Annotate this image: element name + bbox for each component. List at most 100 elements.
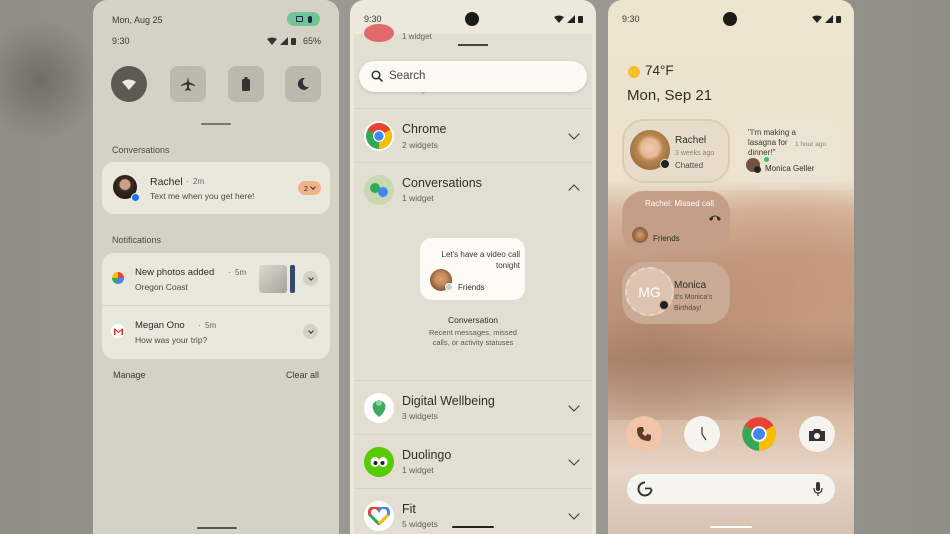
widget-search-bar[interactable]: Search [359,61,587,92]
chevron-down-icon[interactable] [568,454,580,466]
app-name-conversations: Conversations [402,176,482,190]
expand-photos-button[interactable] [303,271,318,286]
status-badge-icon [445,283,453,291]
google-fit-icon [364,501,394,531]
widget-count-fit: 5 widgets [402,519,438,529]
monica-widget-ago: 1 hour ago [795,141,827,148]
rachel-widget-status: Chatted [675,161,704,170]
preview-message: Let's have a video call tonight [441,250,520,270]
conversation-time: 2m [193,177,205,186]
google-search-bar[interactable] [627,474,835,504]
conversation-widget-preview[interactable]: Let's have a video call tonight Friends [420,238,525,300]
battery-percent: 65% [303,36,322,46]
monica-message-widget[interactable]: "I'm making a lasagna for dinner!" 1 hou… [737,119,845,183]
widget-count-conversations: 1 widget [402,193,434,203]
chevron-down-icon[interactable] [568,400,580,412]
chevron-down-icon [307,327,314,334]
phone-app[interactable] [626,416,662,452]
widget-count-digital-wellbeing: 3 widgets [402,411,438,421]
dark-theme-toggle[interactable] [285,66,321,102]
photos-notification-time-sep: · [228,268,231,277]
photos-notification[interactable]: New photos added · 5m Oregon Coast [102,253,330,305]
chevron-down-icon [307,274,314,281]
home-date[interactable]: Mon, Sep 21 [627,87,712,104]
app-name-fit: Fit [402,502,416,516]
messages-badge-icon [131,193,140,202]
rachel-conversation-widget[interactable]: Rachel 3 weeks ago Chatted [622,119,730,183]
chevron-down-icon[interactable] [568,508,580,520]
widget-app-row-conversations[interactable]: Conversations 1 widget Let's have a vide… [354,162,592,380]
weather-temperature[interactable]: 74°F [645,63,674,78]
clear-all-button[interactable]: Clear all [286,370,319,380]
monica-birthday-widget[interactable]: MG Monica It's Monica's Birthday! [622,262,730,324]
wifi-toggle[interactable] [111,66,147,102]
conversation-message: Text me when you get here! [150,191,255,201]
home-status-icons [812,15,841,23]
conversations-section-title: Conversations [112,145,170,155]
app-name-chrome: Chrome [402,122,447,136]
google-photos-icon [112,272,124,284]
gmail-notification[interactable]: Megan Ono · 5m How was your trip? [102,306,330,359]
notifications-section-title: Notifications [112,235,162,245]
search-icon [371,70,383,82]
messenger-badge-icon [660,159,670,169]
picker-time: 9:30 [364,14,382,24]
missed-call-widget[interactable]: Rachel: Missed call Friends [622,191,730,253]
wifi-icon [812,15,822,23]
wifi-icon [554,15,564,23]
battery-saver-toggle[interactable] [228,66,264,102]
privacy-indicator[interactable] [287,12,320,26]
friends-avatar [632,227,648,243]
expand-conversation-button[interactable]: 2 [298,181,321,195]
gesture-nav-bar[interactable] [197,527,237,529]
widget-app-row-duolingo[interactable]: Duolingo 1 widget [354,434,592,488]
photos-notification-time: 5m [235,268,247,277]
home-screen: 9:30 74°F Mon, Sep 21 Rachel 3 weeks ago… [608,0,854,534]
conversation-sender: Rachel [150,176,183,188]
gmail-notification-sender: Megan Ono [135,320,185,331]
gesture-nav-bar[interactable] [452,526,494,528]
battery-saver-icon [242,77,250,91]
signal-icon [280,37,288,45]
mic-icon[interactable] [813,482,823,496]
chevron-up-icon[interactable] [568,184,580,196]
shade-drag-handle[interactable] [201,123,231,125]
online-indicator [764,157,769,162]
widget-app-row-digital-wellbeing[interactable]: Digital Wellbeing 3 widgets [354,380,592,434]
chevron-down-icon[interactable] [568,128,580,140]
duolingo-icon [364,447,394,477]
camera-cutout [465,12,479,26]
battery-icon [578,16,583,23]
messenger-badge-icon [754,166,761,173]
conversation-notification[interactable]: Rachel · 2m Text me when you get here! 2 [102,162,330,214]
phone-icon [637,427,651,441]
manage-button[interactable]: Manage [113,370,146,380]
picker-status-icons [554,15,583,23]
missed-call-group: Friends [653,234,680,243]
widget-app-row-chrome[interactable]: Chrome 2 widgets [354,108,592,162]
airplane-mode-toggle[interactable] [170,66,206,102]
expand-gmail-button[interactable] [303,324,318,339]
shade-date: Mon, Aug 25 [112,15,163,25]
camera-icon [809,428,825,441]
partial-widget-row-top[interactable]: 1 widget [354,24,592,54]
photos-notification-title: New photos added [135,267,215,278]
camera-indicator-icon [295,16,303,22]
shade-time: 9:30 [112,36,130,46]
missed-call-title: Rachel: Missed call [645,199,714,208]
widget-count-chrome: 2 widgets [402,140,438,150]
search-placeholder: Search [389,70,426,82]
widget-preview-title: Conversation [447,315,499,325]
clock-icon [701,427,707,441]
camera-app[interactable] [799,416,835,452]
moon-icon [297,78,309,90]
picker-drag-handle[interactable] [458,44,488,46]
home-time: 9:30 [622,14,640,24]
shade-status-icons: 65% [267,36,321,46]
notifications-group: New photos added · 5m Oregon Coast Megan… [102,253,330,359]
clock-app[interactable] [684,416,720,452]
gesture-nav-bar[interactable] [710,526,752,528]
rachel-widget-name: Rachel [675,135,707,146]
camera-cutout [723,12,737,26]
chrome-app[interactable] [741,416,777,452]
